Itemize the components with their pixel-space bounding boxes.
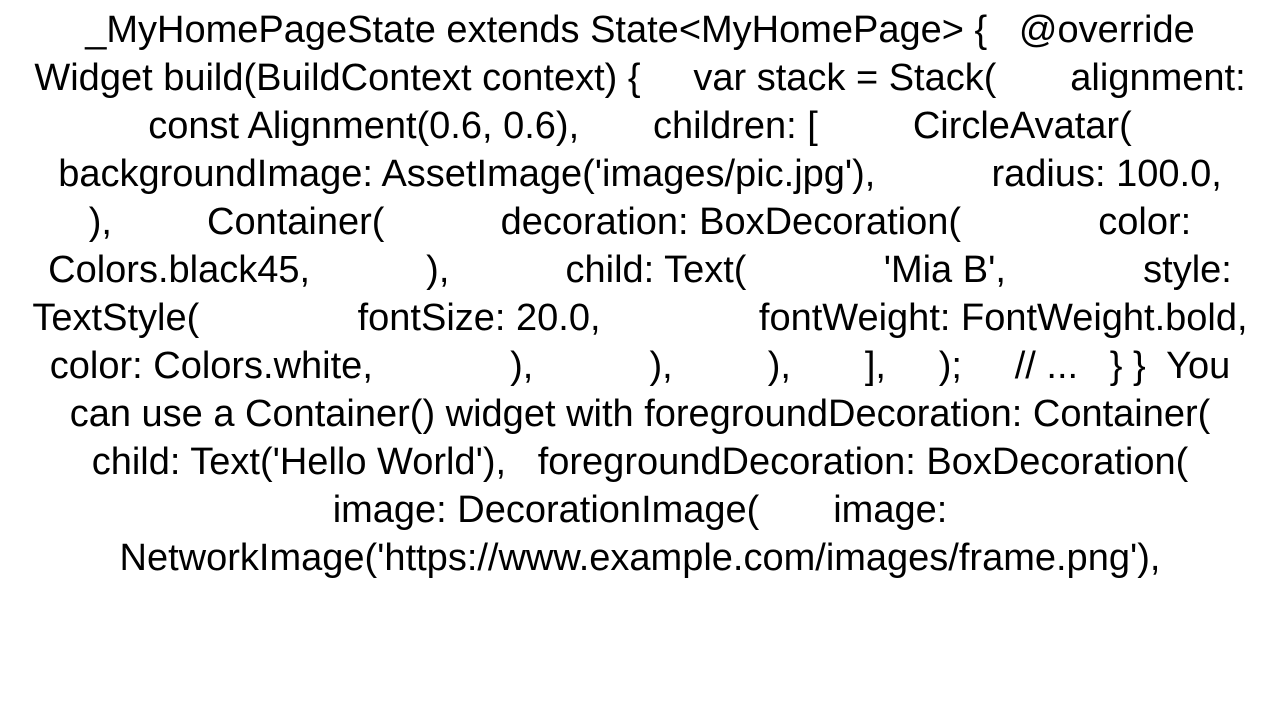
document-body: _MyHomePageState extends State<MyHomePag…: [0, 0, 1280, 720]
